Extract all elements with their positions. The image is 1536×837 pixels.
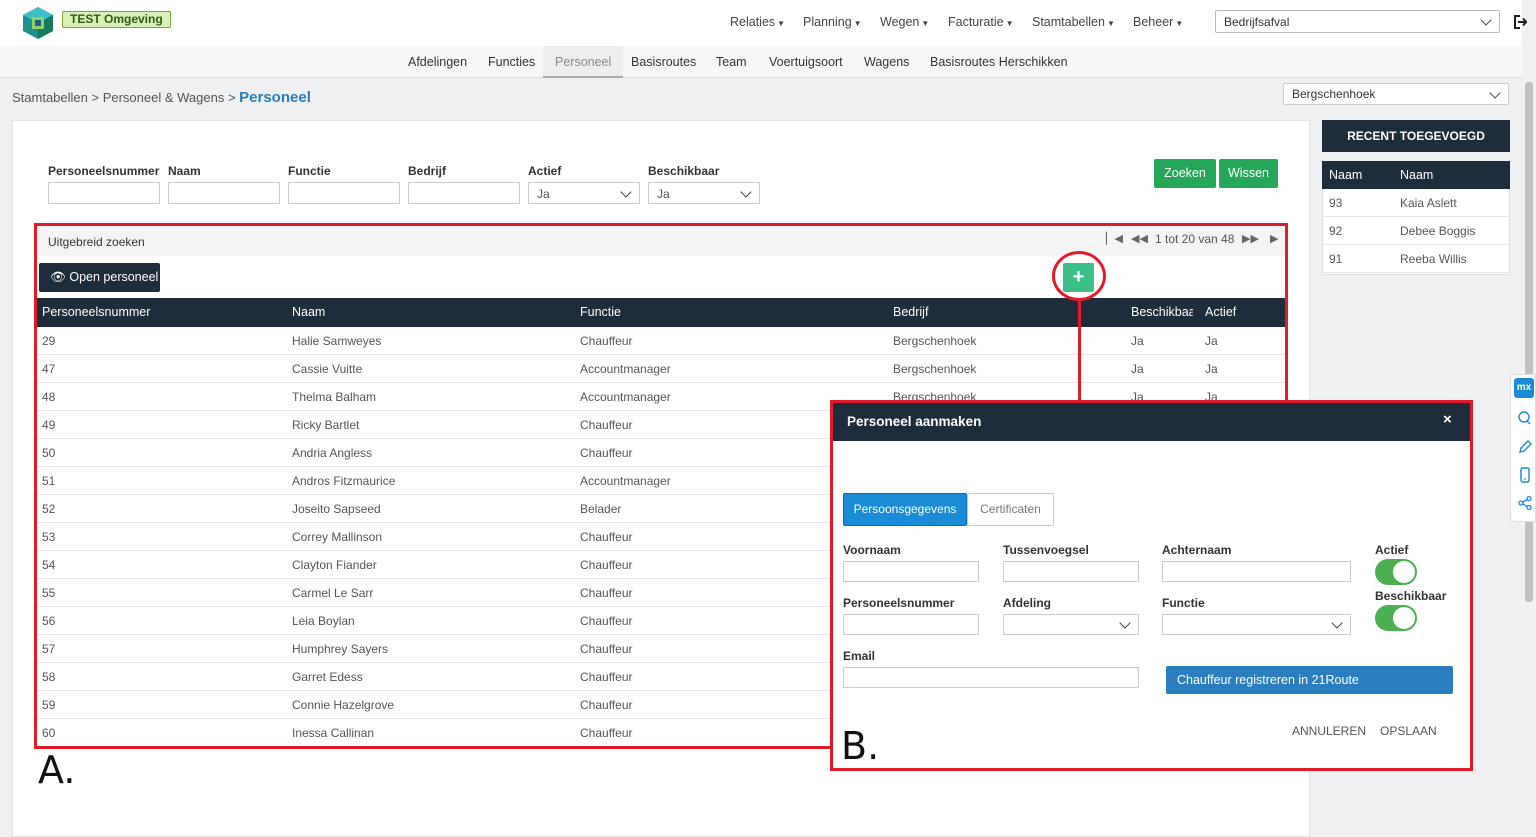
annotation-label-a: A. [38, 748, 76, 792]
company-select-value: Bedrijfsafval [1224, 15, 1290, 29]
beschikbaar-select[interactable]: Ja [648, 182, 760, 204]
annotation-label-b: B. [841, 724, 880, 768]
beschikbaar-select-value: Ja [657, 187, 670, 201]
tab-basisroutes-herschikken[interactable]: Basisroutes Herschikken [918, 46, 1080, 78]
functie-input[interactable] [288, 182, 400, 204]
label-naam: Naam [168, 164, 201, 178]
recent-row[interactable]: 92 Debee Boggis [1322, 217, 1510, 245]
breadcrumb-current: Personeel [239, 89, 311, 106]
scrollbar-thumb[interactable] [1525, 82, 1533, 602]
label-beschikbaar: Beschikbaar [648, 164, 720, 178]
search-button[interactable]: Zoeken [1154, 159, 1216, 188]
menu-relaties[interactable]: Relaties ▼ [730, 15, 785, 29]
breadcrumb-path[interactable]: Stamtabellen > Personeel & Wagens > [12, 90, 239, 105]
actief-select-value: Ja [537, 187, 550, 201]
recent-nummer: 92 [1329, 224, 1343, 238]
chevron-down-icon [620, 186, 632, 198]
mobile-icon[interactable] [1517, 467, 1533, 483]
label-bedrijf: Bedrijf [408, 164, 447, 178]
logout-icon[interactable] [1513, 13, 1527, 31]
naam-input[interactable] [168, 182, 280, 204]
bedrijf-input[interactable] [408, 182, 520, 204]
actief-select[interactable]: Ja [528, 182, 640, 204]
label-personeelsnummer: Personeelsnummer [48, 164, 160, 178]
menu-planning[interactable]: Planning ▼ [803, 15, 862, 29]
recent-nummer: 93 [1329, 196, 1343, 210]
caret-down-icon: ▼ [1106, 19, 1115, 28]
recent-nummer: 91 [1329, 252, 1343, 266]
tab-functies[interactable]: Functies [476, 46, 547, 78]
mx-badge-icon[interactable]: mx [1514, 378, 1534, 398]
menu-label: Facturatie [948, 15, 1004, 29]
top-bar: TEST Omgeving Relaties ▼ Planning ▼ Wegen ▼… [0, 0, 1527, 46]
label-functie: Functie [288, 164, 331, 178]
menu-label: Wegen [880, 15, 920, 29]
label-actief: Actief [528, 164, 562, 178]
annotation-box-b [830, 400, 1473, 771]
tab-wagens[interactable]: Wagens [852, 46, 921, 78]
menu-beheer[interactable]: Beheer ▼ [1133, 15, 1183, 29]
recent-col-naam: Naam [1400, 168, 1434, 182]
caret-down-icon: ▼ [777, 19, 786, 28]
menu-label: Stamtabellen [1032, 15, 1105, 29]
recent-col-nummer: Naam [1329, 168, 1363, 182]
chat-icon[interactable] [1517, 410, 1533, 426]
recent-row[interactable]: 93 Kaia Aslett [1322, 189, 1510, 217]
caret-down-icon: ▼ [1005, 19, 1014, 28]
location-select-value: Bergschenhoek [1292, 87, 1376, 101]
tab-basisroutes[interactable]: Basisroutes [619, 46, 708, 78]
share-icon[interactable] [1517, 495, 1533, 511]
annotation-connector [1078, 300, 1081, 400]
menu-label: Relaties [730, 15, 776, 29]
tab-team[interactable]: Team [704, 46, 759, 78]
menu-label: Planning [803, 15, 852, 29]
recent-naam: Debee Boggis [1400, 224, 1476, 238]
sub-navigation: Afdelingen Functies Personeel Basisroute… [0, 46, 1522, 78]
chevron-down-icon [1480, 14, 1492, 26]
app-logo[interactable] [22, 6, 54, 40]
caret-down-icon: ▼ [853, 19, 862, 28]
recent-title: RECENT TOEGEVOEGD [1322, 120, 1510, 152]
recent-naam: Kaia Aslett [1400, 196, 1457, 210]
clear-button[interactable]: Wissen [1219, 159, 1278, 188]
menu-label: Beheer [1133, 15, 1174, 29]
tab-personeel[interactable]: Personeel [543, 46, 624, 78]
breadcrumb: Stamtabellen > Personeel & Wagens > Pers… [12, 89, 311, 106]
recent-table-header: Naam Naam [1322, 161, 1510, 189]
recent-row[interactable]: 91 Reeba Willis [1322, 245, 1510, 273]
annotation-circle [1052, 251, 1106, 301]
search-card [24, 131, 1298, 226]
recent-naam: Reeba Willis [1400, 252, 1467, 266]
chevron-down-icon [740, 186, 752, 198]
caret-down-icon: ▼ [921, 19, 930, 28]
location-select[interactable]: Bergschenhoek [1283, 83, 1509, 105]
chevron-down-icon [1489, 87, 1501, 99]
tab-voertuigsoort[interactable]: Voertuigsoort [757, 46, 855, 78]
personeelsnummer-input[interactable] [48, 182, 160, 204]
pencil-icon[interactable] [1517, 439, 1533, 455]
menu-facturatie[interactable]: Facturatie ▼ [948, 15, 1014, 29]
menu-wegen[interactable]: Wegen ▼ [880, 15, 929, 29]
caret-down-icon: ▼ [1175, 19, 1184, 28]
company-select[interactable]: Bedrijfsafval [1215, 10, 1500, 33]
menu-stamtabellen[interactable]: Stamtabellen ▼ [1032, 15, 1115, 29]
environment-badge: TEST Omgeving [62, 11, 171, 28]
tab-afdelingen[interactable]: Afdelingen [396, 46, 479, 78]
